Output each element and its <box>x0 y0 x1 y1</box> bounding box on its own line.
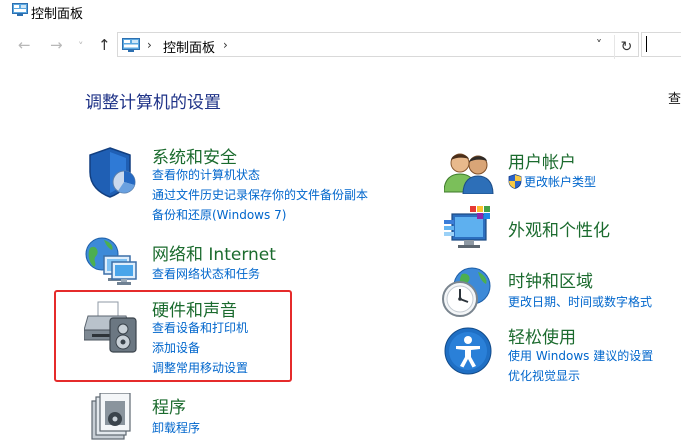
back-button[interactable]: ← <box>18 36 31 54</box>
text-cursor <box>646 36 647 52</box>
link-uninstall-program[interactable]: 卸载程序 <box>152 418 200 438</box>
refresh-button[interactable]: ↻ <box>614 35 638 59</box>
link-add-device[interactable]: 添加设备 <box>152 338 200 358</box>
window-title: 控制面板 <box>31 7 84 22</box>
link-file-history[interactable]: 通过文件历史记录保存你的文件备份副本 <box>152 185 368 205</box>
link-optimize-visual-display[interactable]: 优化视觉显示 <box>508 366 580 386</box>
ease-of-access-icon[interactable] <box>444 327 492 375</box>
link-devices-printers[interactable]: 查看设备和打印机 <box>152 318 248 338</box>
category-clock-region[interactable]: 时钟和区域 <box>508 267 593 292</box>
category-appearance-personalization[interactable]: 外观和个性化 <box>508 216 610 241</box>
breadcrumb-separator: › <box>147 38 152 52</box>
clock-globe-icon[interactable] <box>442 266 494 318</box>
uac-shield-icon <box>508 174 522 189</box>
up-button[interactable]: ↑ <box>98 36 111 54</box>
title-bar <box>0 0 681 22</box>
forward-button[interactable]: → <box>50 36 63 54</box>
control-panel-icon <box>122 38 140 52</box>
category-programs[interactable]: 程序 <box>152 393 186 418</box>
link-change-date-time[interactable]: 更改日期、时间或数字格式 <box>508 292 652 312</box>
category-network-internet[interactable]: 网络和 Internet <box>152 240 276 265</box>
page-title: 调整计算机的设置 <box>85 93 221 113</box>
link-recommended-settings[interactable]: 使用 Windows 建议的设置 <box>508 346 653 366</box>
network-globe-icon[interactable] <box>84 236 140 286</box>
link-view-computer-status[interactable]: 查看你的计算机状态 <box>152 165 260 185</box>
printer-speaker-icon[interactable] <box>84 300 140 354</box>
link-backup-restore[interactable]: 备份和还原(Windows 7) <box>152 205 286 225</box>
address-dropdown-button[interactable]: ˅ <box>596 38 602 52</box>
recent-locations-button[interactable]: ˅ <box>78 38 84 56</box>
programs-icon[interactable] <box>90 393 134 441</box>
monitor-palette-icon[interactable] <box>444 206 494 252</box>
view-by-label[interactable]: 查 <box>668 88 681 107</box>
users-icon[interactable] <box>444 150 494 194</box>
category-ease-of-access[interactable]: 轻松使用 <box>508 323 576 348</box>
shield-icon[interactable] <box>88 146 138 198</box>
search-input[interactable] <box>641 32 681 57</box>
breadcrumb-separator[interactable]: › <box>223 38 228 52</box>
link-change-account-type[interactable]: 更改帐户类型 <box>524 172 596 192</box>
link-network-status[interactable]: 查看网络状态和任务 <box>152 264 260 284</box>
control-panel-icon <box>12 3 28 16</box>
link-mobility-settings[interactable]: 调整常用移动设置 <box>152 358 248 378</box>
category-user-accounts[interactable]: 用户帐户 <box>508 148 576 173</box>
breadcrumb-control-panel[interactable]: 控制面板 <box>163 37 215 56</box>
